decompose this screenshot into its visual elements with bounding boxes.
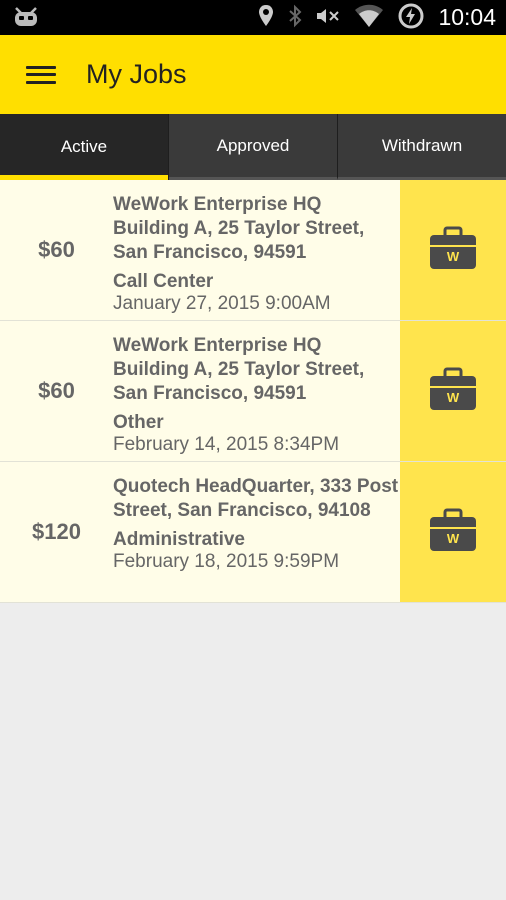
job-category: Other (113, 412, 164, 433)
job-price: $60 (38, 237, 75, 262)
wifi-icon (354, 4, 384, 32)
app-toolbar: My Jobs (0, 35, 506, 114)
tab-withdrawn[interactable]: Withdrawn (338, 114, 506, 180)
location-icon (258, 4, 274, 32)
job-details: Quotech HeadQuarter, 333 Post Street, Sa… (113, 462, 400, 602)
status-bar: 10:04 (0, 0, 506, 35)
page-title: My Jobs (86, 59, 187, 89)
job-row[interactable]: $60 WeWork Enterprise HQ Building A, 25 … (0, 180, 506, 321)
briefcase-icon: W (429, 226, 477, 274)
job-category: Administrative (113, 529, 245, 550)
job-details: WeWork Enterprise HQ Building A, 25 Tayl… (113, 321, 400, 461)
hamburger-menu-icon[interactable] (26, 65, 56, 84)
job-row[interactable]: $60 WeWork Enterprise HQ Building A, 25 … (0, 321, 506, 462)
job-row[interactable]: $120 Quotech HeadQuarter, 333 Post Stree… (0, 462, 506, 603)
tab-approved[interactable]: Approved (169, 114, 338, 180)
svg-text:W: W (447, 249, 460, 264)
job-date: February 18, 2015 9:59PM (113, 551, 340, 572)
battery-charging-icon (398, 3, 424, 33)
job-action-button[interactable]: W (400, 180, 506, 320)
job-action-button[interactable]: W (400, 462, 506, 602)
job-details: WeWork Enterprise HQ Building A, 25 Tayl… (113, 180, 400, 320)
job-price: $120 (32, 519, 81, 544)
job-date: February 14, 2015 8:34PM (113, 434, 340, 455)
job-date: January 27, 2015 9:00AM (113, 293, 331, 314)
briefcase-icon: W (429, 367, 477, 415)
job-list: $60 WeWork Enterprise HQ Building A, 25 … (0, 180, 506, 603)
android-robot-icon (12, 4, 40, 32)
status-clock: 10:04 (438, 4, 496, 30)
job-price: $60 (38, 378, 75, 403)
job-address: WeWork Enterprise HQ Building A, 25 Tayl… (113, 194, 365, 263)
job-address: WeWork Enterprise HQ Building A, 25 Tayl… (113, 335, 365, 404)
svg-text:W: W (447, 390, 460, 405)
mute-icon (316, 6, 340, 30)
svg-text:W: W (447, 531, 460, 546)
briefcase-icon: W (429, 508, 477, 556)
bluetooth-icon (288, 4, 302, 32)
job-address: Quotech HeadQuarter, 333 Post Street, Sa… (113, 476, 399, 521)
tab-active[interactable]: Active (0, 114, 169, 180)
tab-bar: Active Approved Withdrawn (0, 114, 506, 180)
job-category: Call Center (113, 271, 214, 292)
job-action-button[interactable]: W (400, 321, 506, 461)
